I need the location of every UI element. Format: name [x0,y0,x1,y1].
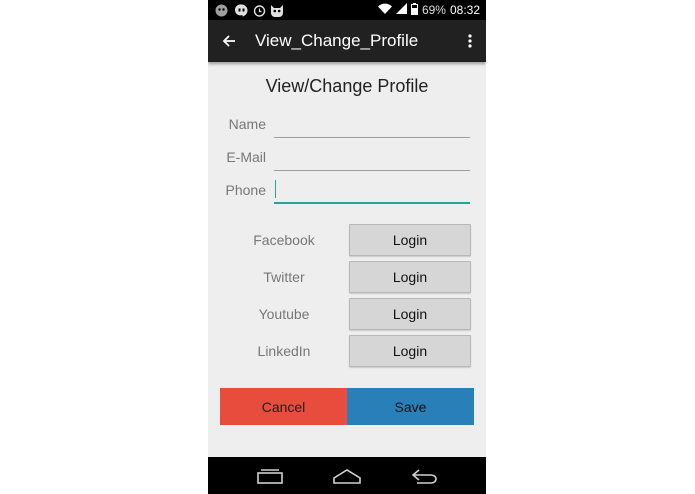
app-title: View_Change_Profile [255,31,419,50]
status-bar: 69% 08:32 [208,0,486,20]
email-label: E-Mail [226,149,266,165]
page-heading: View/Change Profile [265,76,429,96]
hangouts-icon [234,3,248,17]
name-label: Name [228,116,266,132]
phone-label: Phone [225,182,266,198]
action-bar: View_Change_Profile [208,20,486,62]
twitter-label: Twitter [263,269,305,285]
home-button[interactable] [327,463,367,489]
facebook-label: Facebook [253,232,315,248]
facebook-login-button[interactable]: Login [349,224,471,256]
ghost-icon [214,3,228,17]
signal-icon [395,3,407,17]
email-input[interactable] [274,145,470,171]
phone-input[interactable] [274,178,470,204]
save-button[interactable]: Save [347,388,474,425]
text-cursor [275,180,276,198]
battery-level: 69% [421,3,446,17]
status-indicators: 69% 08:32 [377,2,480,18]
recents-button[interactable] [250,463,290,489]
battery-icon [410,2,418,18]
clock: 08:32 [449,3,480,17]
linkedin-login-button[interactable]: Login [349,335,471,367]
linkedin-label: LinkedIn [257,343,311,359]
cat-icon [270,3,284,17]
back-icon [411,469,437,484]
back-arrow-icon [222,35,235,47]
youtube-label: Youtube [258,306,310,322]
overflow-menu-icon [468,34,472,48]
wifi-icon [377,3,392,17]
cancel-button[interactable]: Cancel [220,388,347,425]
name-input[interactable] [274,112,470,138]
back-button[interactable] [218,30,240,52]
alarm-icon [252,3,266,17]
twitter-login-button[interactable]: Login [349,261,471,293]
phone-screen: 69% 08:32 View_Change_Profile View/Chang… [208,0,486,494]
system-back-button[interactable] [405,463,445,489]
youtube-login-button[interactable]: Login [349,298,471,330]
home-icon [333,469,361,484]
overflow-menu-button[interactable] [464,31,476,51]
navigation-bar [208,457,486,494]
recents-icon [257,469,283,484]
